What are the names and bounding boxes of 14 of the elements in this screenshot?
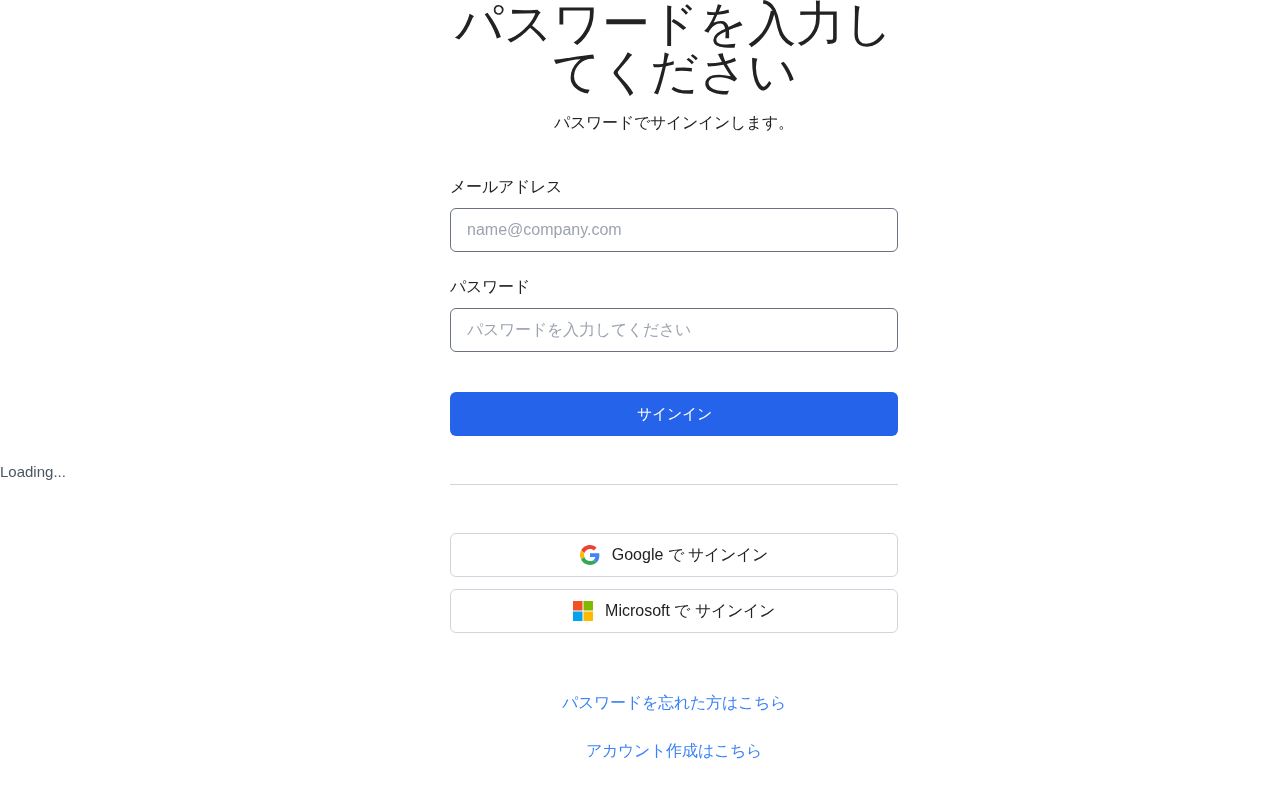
subtitle: パスワードでサインインします。: [553, 113, 795, 133]
sign-in-button[interactable]: サインイン: [450, 392, 898, 436]
google-logo-icon: [579, 545, 600, 565]
loading-text: Loading...: [0, 463, 66, 480]
text-link[interactable]: アカウント作成はこちら: [586, 740, 762, 762]
input-field[interactable]: パスワードを入力してください: [450, 308, 898, 352]
field-label: メールアドレス: [450, 177, 563, 197]
page-title: パスワードを入力してください: [454, 0, 894, 96]
social-sign-in-button[interactable]: Google で サインイン: [450, 533, 898, 577]
text-link[interactable]: パスワードを忘れた方はこちら: [562, 692, 786, 714]
field-label: パスワード: [450, 277, 531, 297]
microsoft-logo-icon: [573, 601, 594, 621]
social-sign-in-button[interactable]: Microsoft で サインイン: [450, 589, 898, 633]
input-field[interactable]: name@company.com: [450, 208, 898, 252]
